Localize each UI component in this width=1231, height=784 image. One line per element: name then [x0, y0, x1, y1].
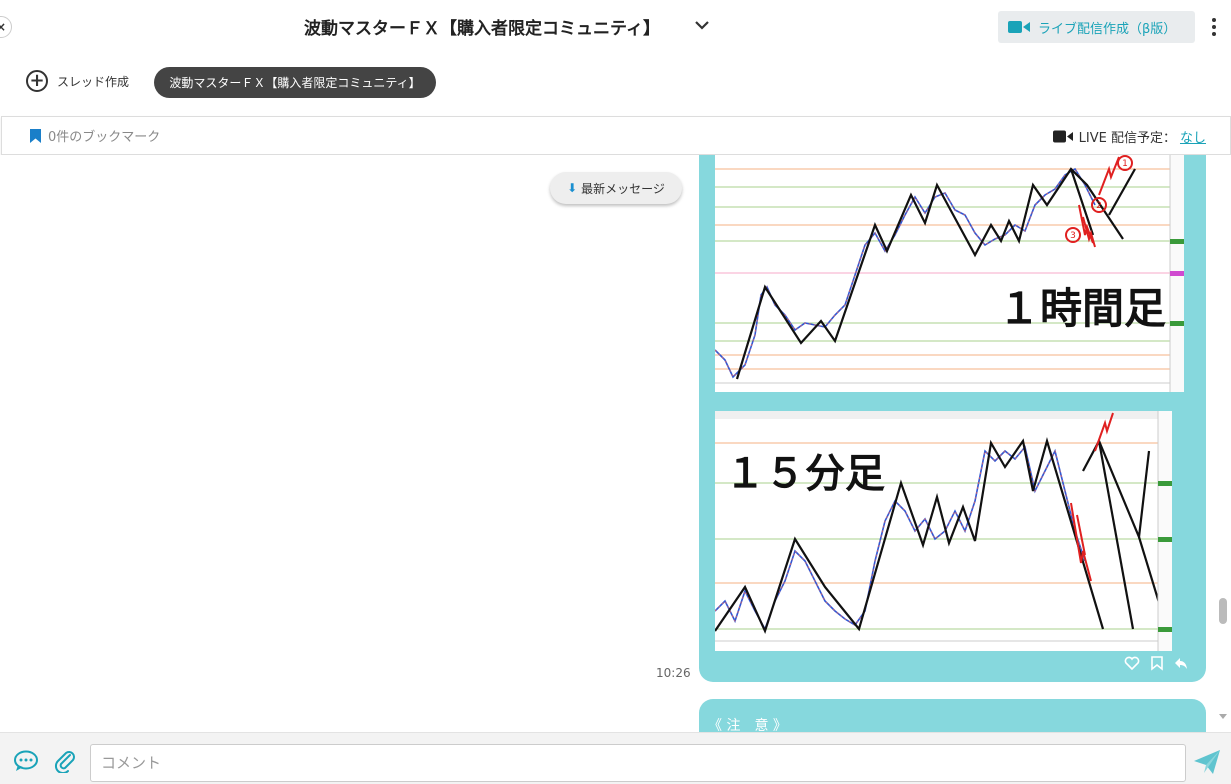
- scrollbar-thumb[interactable]: [1219, 598, 1227, 624]
- arrow-down-icon: ⬇: [567, 181, 578, 195]
- heart-icon[interactable]: [1124, 655, 1140, 671]
- bookmark-count-button[interactable]: 0件のブックマーク: [30, 126, 160, 145]
- chat-scrollbar[interactable]: [1214, 155, 1231, 732]
- chat-bubble-icon[interactable]: [13, 750, 39, 772]
- bookmark-icon: [30, 128, 41, 143]
- bookmark-outline-icon[interactable]: [1149, 655, 1165, 671]
- message-time: 10:26: [656, 666, 691, 680]
- chevron-down-icon[interactable]: [693, 16, 711, 34]
- next-message-preview: 《 注 意 》: [708, 718, 787, 732]
- live-schedule-value[interactable]: なし: [1180, 127, 1206, 146]
- live-schedule-label: LIVE 配信予定：: [1078, 131, 1176, 146]
- back-button[interactable]: ×: [0, 16, 12, 38]
- reply-icon[interactable]: [1173, 655, 1189, 671]
- chart-image-15m[interactable]: １５分足: [715, 411, 1172, 651]
- latest-messages-button[interactable]: ⬇ 最新メッセージ: [550, 172, 682, 204]
- chat-area[interactable]: 1 2 3 １時間足 １５分足 ⬇ 最新メッセージ 10:26 《 注 意 》: [0, 155, 1214, 732]
- send-icon[interactable]: [1193, 749, 1221, 775]
- comment-input[interactable]: [90, 744, 1186, 782]
- svg-text:1: 1: [1122, 159, 1128, 169]
- bookmark-count-label: 0件のブックマーク: [48, 130, 161, 145]
- svg-text:3: 3: [1070, 231, 1076, 241]
- back-icon: ×: [0, 20, 7, 34]
- latest-messages-label: 最新メッセージ: [581, 181, 665, 196]
- scroll-down-icon[interactable]: [1218, 711, 1228, 721]
- plus-circle-icon: +: [26, 70, 48, 92]
- kebab-menu-icon[interactable]: [1206, 16, 1222, 38]
- video-camera-icon: [1052, 130, 1073, 143]
- chart-label-1h: １時間足: [997, 284, 1166, 333]
- chart-image-1h[interactable]: 1 2 3 １時間足: [715, 155, 1184, 392]
- bookmark-bar: 0件のブックマーク LIVE 配信予定： なし: [1, 116, 1231, 155]
- video-camera-icon: [1008, 21, 1030, 33]
- thread-chip[interactable]: 波動マスターＦＸ【購入者限定コミュニティ】: [154, 67, 436, 98]
- thread-create-label: スレッド作成: [57, 74, 130, 89]
- thread-create-button[interactable]: + スレッド作成: [26, 70, 129, 92]
- svg-text:2: 2: [1096, 201, 1102, 211]
- composer: [0, 732, 1231, 784]
- create-live-button[interactable]: ライブ配信作成（β版）: [998, 11, 1195, 43]
- chart-drawing: 1 2 3: [715, 155, 1184, 392]
- paperclip-icon[interactable]: [54, 749, 76, 773]
- create-live-label: ライブ配信作成（β版）: [1038, 21, 1177, 37]
- header: × 波動マスターＦＸ【購入者限定コミュニティ】 ライブ配信作成（β版） + スレ…: [0, 0, 1231, 116]
- chart-label-15m: １５分足: [725, 451, 885, 497]
- live-schedule: LIVE 配信予定： なし: [1052, 127, 1206, 146]
- community-title: 波動マスターＦＸ【購入者限定コミュニティ】: [304, 19, 660, 39]
